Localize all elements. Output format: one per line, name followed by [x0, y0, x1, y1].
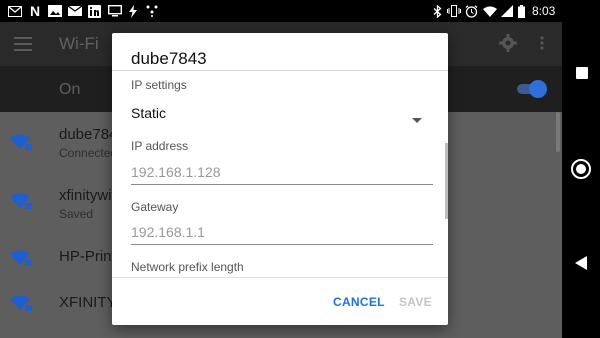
hamburger-icon[interactable]: [14, 37, 32, 56]
signal-icon: [501, 4, 513, 18]
gateway-input[interactable]: 192.168.1.1: [131, 224, 205, 240]
dialog-scrollbar[interactable]: [445, 143, 448, 219]
dots-icon: [146, 4, 158, 18]
screen-icon: [108, 4, 122, 18]
dialog-title: dube7843: [131, 49, 207, 68]
gateway-label: Gateway: [131, 200, 179, 214]
more-vert-icon[interactable]: [540, 36, 544, 55]
wifi-toggle[interactable]: [515, 80, 547, 98]
screen: N 8:03 Wi-Fi On dube784 Connected xfinit…: [0, 0, 562, 338]
ip-address-label: IP address: [131, 139, 189, 153]
master-switch-label: On: [59, 81, 81, 98]
gear-icon[interactable]: [499, 34, 517, 57]
ip-settings-label: IP settings: [131, 78, 187, 92]
photos-icon: [48, 4, 62, 18]
cancel-button[interactable]: CANCEL: [333, 295, 385, 309]
gateway-underline: [131, 244, 433, 245]
ip-address-underline: [131, 184, 433, 185]
wifi-signal-locked-icon: [10, 295, 32, 311]
wifi-icon: [483, 4, 497, 18]
n-icon: N: [29, 3, 41, 19]
status-bar: N 8:03: [0, 0, 562, 22]
home-circle-icon[interactable]: [571, 159, 591, 179]
network-status: Connected: [59, 146, 118, 160]
bluetooth-icon: [432, 4, 442, 18]
ip-settings-value: Static: [131, 105, 167, 121]
battery-icon: [517, 4, 525, 18]
list-scrollbar[interactable]: [556, 112, 560, 152]
network-status: Saved: [59, 207, 94, 221]
dialog-divider: [112, 70, 448, 71]
linkedin-icon: [88, 4, 101, 18]
gmail-icon: [8, 4, 22, 18]
back-triangle-icon[interactable]: [575, 256, 587, 275]
vibrate-icon: [447, 4, 461, 18]
dialog-divider: [112, 277, 448, 278]
alarm-icon: [464, 4, 478, 18]
network-name: XFINITY: [59, 294, 117, 311]
lightning-icon: [128, 4, 138, 18]
wifi-signal-locked-icon: [10, 193, 32, 209]
dropdown-arrow-icon: [412, 110, 422, 128]
mail-icon: [68, 4, 82, 18]
overview-square-icon[interactable]: [576, 67, 588, 79]
network-name: xfinitywif: [59, 187, 116, 204]
wifi-signal-locked-icon: [10, 134, 32, 150]
ip-address-input[interactable]: 192.168.1.128: [131, 164, 221, 180]
network-dialog: dube7843 IP settings Static IP address 1…: [112, 33, 448, 325]
ip-settings-dropdown[interactable]: Static: [131, 99, 433, 125]
navigation-bar: [562, 0, 600, 338]
wifi-signal-locked-icon: [10, 250, 32, 266]
prefix-length-label: Network prefix length: [131, 260, 244, 274]
page-title: Wi-Fi: [59, 34, 99, 53]
save-button[interactable]: SAVE: [399, 295, 432, 309]
status-time: 8:03: [532, 4, 556, 18]
network-name: dube784: [59, 126, 118, 143]
